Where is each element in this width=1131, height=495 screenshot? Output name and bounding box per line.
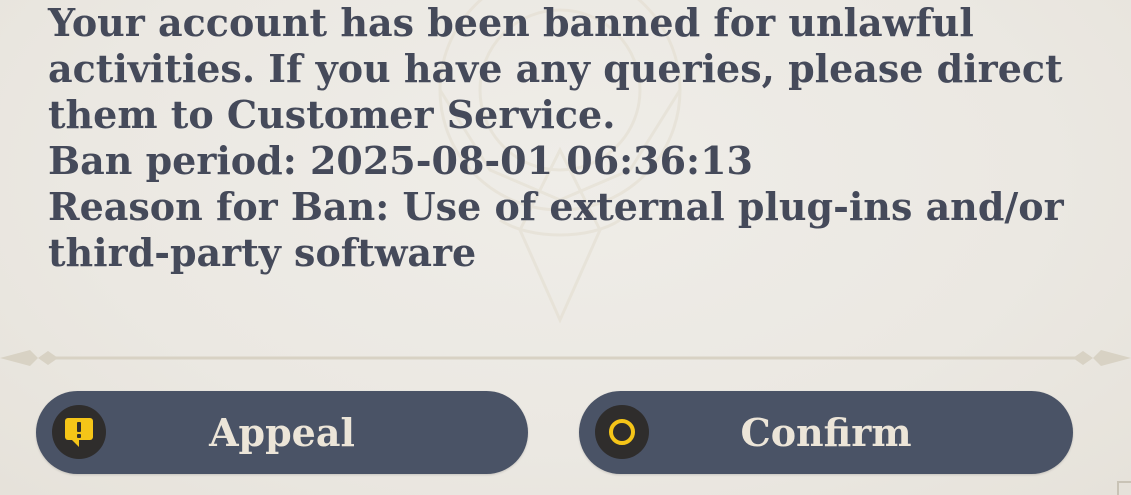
message-line: Your account has been banned for unlawfu…	[48, 0, 974, 45]
alert-icon	[52, 405, 106, 459]
circle-o-icon	[595, 405, 649, 459]
ban-dialog: Your account has been banned for unlawfu…	[0, 0, 1131, 495]
message-line: activities. If you have any queries, ple…	[48, 46, 1063, 91]
ban-reason-continued: third-party software	[48, 230, 477, 275]
appeal-button[interactable]: Appeal	[36, 391, 528, 474]
ban-period: Ban period: 2025-08-01 06:36:13	[48, 138, 753, 183]
message-line: them to Customer Service.	[48, 92, 616, 137]
confirm-button-label: Confirm	[740, 410, 912, 455]
appeal-button-label: Appeal	[209, 410, 355, 455]
confirm-button[interactable]: Confirm	[579, 391, 1073, 474]
ornamental-divider	[0, 350, 1131, 366]
ban-reason: Reason for Ban: Use of external plug-ins…	[48, 184, 1064, 229]
corner-ornament	[1117, 481, 1131, 495]
ban-message: Your account has been banned for unlawfu…	[48, 0, 1064, 276]
